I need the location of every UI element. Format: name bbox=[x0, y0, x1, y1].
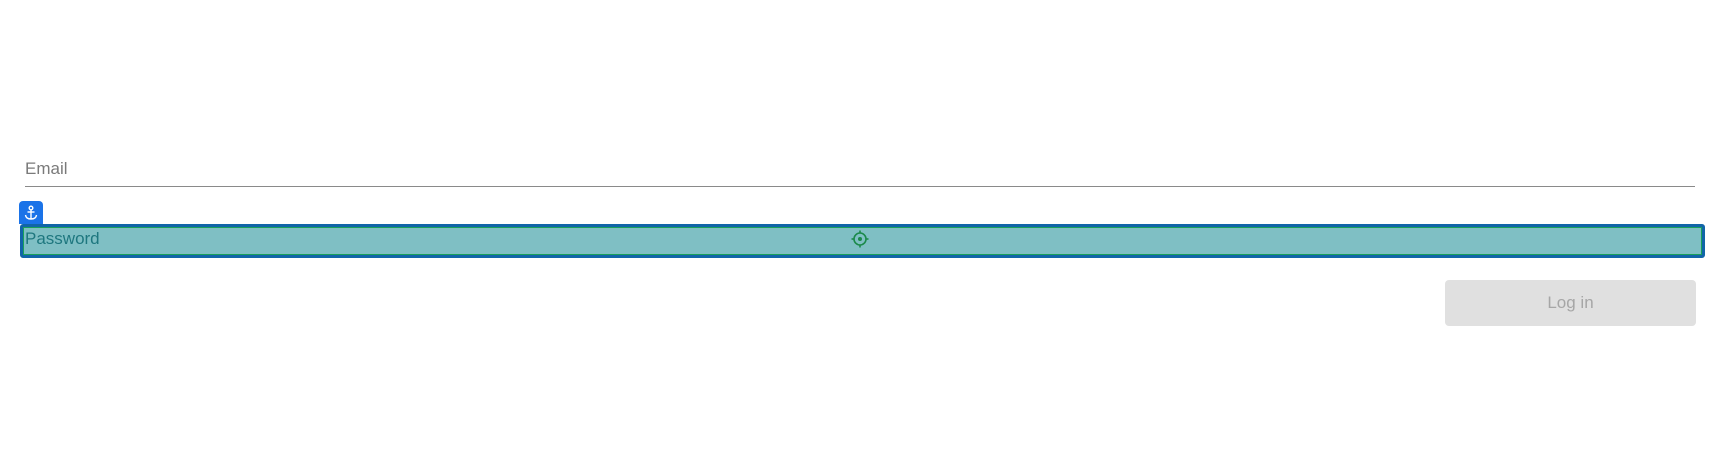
email-field[interactable]: Email bbox=[25, 152, 1695, 187]
email-placeholder: Email bbox=[25, 159, 68, 178]
login-page: Email Password Log in bbox=[0, 0, 1720, 457]
crosshair-target-icon bbox=[851, 230, 869, 248]
anchor-icon bbox=[19, 201, 43, 224]
anchor-icon-glyph bbox=[24, 205, 38, 220]
login-button[interactable]: Log in bbox=[1445, 280, 1696, 326]
